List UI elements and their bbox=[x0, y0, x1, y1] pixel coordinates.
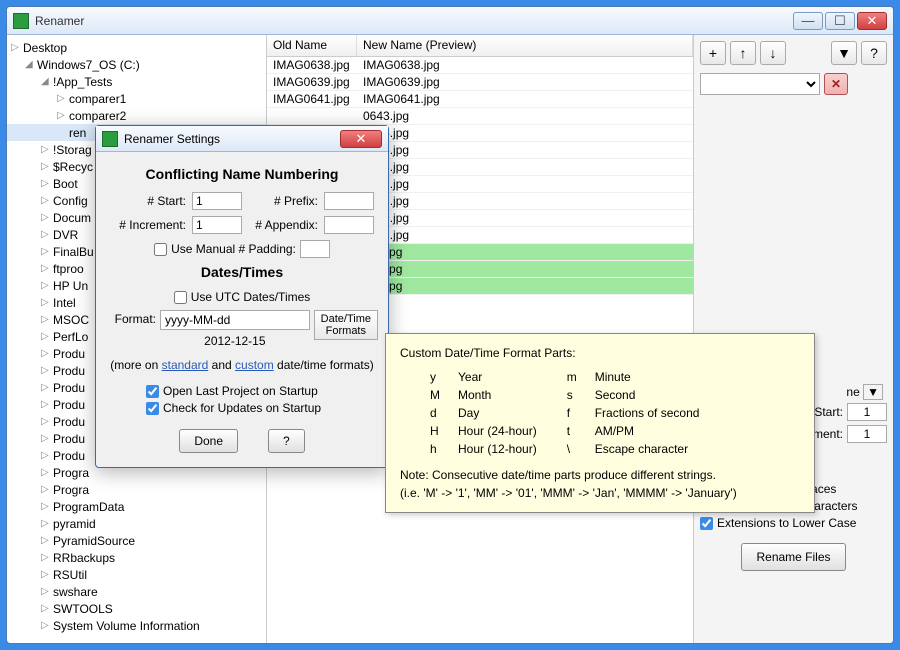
conflicting-numbering-title: Conflicting Name Numbering bbox=[106, 166, 378, 182]
standard-link[interactable]: standard bbox=[162, 358, 209, 372]
tooltip-note2: (i.e. 'M' -> '1', 'MM' -> '01', 'MMM' ->… bbox=[400, 484, 800, 502]
tree-item[interactable]: ▷RSUtil bbox=[7, 566, 266, 583]
maximize-button[interactable]: ☐ bbox=[825, 12, 855, 30]
tree-item[interactable]: ▷swshare bbox=[7, 583, 266, 600]
manual-padding-checkbox[interactable] bbox=[154, 243, 167, 256]
tree-item[interactable]: ▷System Volume Information bbox=[7, 617, 266, 634]
tree-item[interactable]: ▷PyramidSource bbox=[7, 532, 266, 549]
col-new-name[interactable]: New Name (Preview) bbox=[357, 35, 693, 56]
help-button[interactable]: ? bbox=[861, 41, 887, 65]
start-input[interactable] bbox=[847, 403, 887, 421]
tree-item[interactable]: ◢!App_Tests bbox=[7, 73, 266, 90]
none-option-partial[interactable]: ne bbox=[846, 385, 859, 399]
tree-item[interactable]: ▷comparer1 bbox=[7, 90, 266, 107]
close-button[interactable]: ✕ bbox=[857, 12, 887, 30]
tree-item[interactable]: ▷comparer2 bbox=[7, 107, 266, 124]
tree-item[interactable]: ▷ProgramData bbox=[7, 498, 266, 515]
format-preview: 2012-12-15 bbox=[160, 334, 310, 348]
dlg-increment-input[interactable] bbox=[192, 216, 242, 234]
open-last-project-checkbox[interactable] bbox=[146, 385, 159, 398]
dlg-start-input[interactable] bbox=[192, 192, 242, 210]
table-row[interactable]: 0643.jpg bbox=[267, 108, 693, 125]
tree-item[interactable]: ▷Desktop bbox=[7, 39, 266, 56]
minimize-button[interactable]: — bbox=[793, 12, 823, 30]
dialog-app-icon bbox=[102, 131, 118, 147]
done-button[interactable]: Done bbox=[179, 429, 238, 453]
increment-input[interactable] bbox=[847, 425, 887, 443]
utc-checkbox[interactable] bbox=[174, 291, 187, 304]
ext-lowercase-checkbox[interactable] bbox=[700, 517, 713, 530]
table-header: Old Name New Name (Preview) bbox=[267, 35, 693, 57]
tree-item[interactable]: ▷pyramid bbox=[7, 515, 266, 532]
col-old-name[interactable]: Old Name bbox=[267, 35, 357, 56]
app-icon bbox=[13, 13, 29, 29]
date-time-formats-button[interactable]: Date/TimeFormats bbox=[314, 310, 378, 340]
add-button[interactable]: + bbox=[700, 41, 726, 65]
table-row[interactable]: IMAG0641.jpgIMAG0641.jpg bbox=[267, 91, 693, 108]
format-tooltip: Custom Date/Time Format Parts: yYearMMon… bbox=[385, 333, 815, 513]
check-updates-checkbox[interactable] bbox=[146, 402, 159, 415]
tree-item[interactable]: ▷Progra bbox=[7, 481, 266, 498]
move-up-button[interactable]: ↑ bbox=[730, 41, 756, 65]
padding-input[interactable] bbox=[300, 240, 330, 258]
tooltip-note1: Note: Consecutive date/time parts produc… bbox=[400, 466, 800, 484]
tree-item[interactable]: ◢Windows7_OS (C:) bbox=[7, 56, 266, 73]
rule-combo[interactable] bbox=[700, 73, 820, 95]
table-row[interactable]: IMAG0639.jpgIMAG0639.jpg bbox=[267, 74, 693, 91]
tooltip-title: Custom Date/Time Format Parts: bbox=[400, 344, 800, 362]
dialog-titlebar[interactable]: Renamer Settings ✕ bbox=[96, 126, 388, 152]
table-row[interactable]: IMAG0638.jpgIMAG0638.jpg bbox=[267, 57, 693, 74]
format-input[interactable] bbox=[160, 310, 310, 330]
move-down-button[interactable]: ↓ bbox=[760, 41, 786, 65]
custom-link[interactable]: custom bbox=[235, 358, 274, 372]
dialog-close-button[interactable]: ✕ bbox=[340, 130, 382, 148]
rename-files-button[interactable]: Rename Files bbox=[741, 543, 845, 571]
dialog-title: Renamer Settings bbox=[124, 132, 340, 146]
dates-times-title: Dates/Times bbox=[106, 264, 378, 280]
titlebar[interactable]: Renamer — ☐ ✕ bbox=[7, 7, 893, 35]
delete-rule-button[interactable]: ✕ bbox=[824, 73, 848, 95]
window-title: Renamer bbox=[35, 14, 793, 28]
main-window: Renamer — ☐ ✕ ▷Desktop◢Windows7_OS (C:)◢… bbox=[6, 6, 894, 644]
dlg-appendix-input[interactable] bbox=[324, 216, 374, 234]
dlg-prefix-input[interactable] bbox=[324, 192, 374, 210]
menu-button[interactable]: ▼ bbox=[831, 41, 857, 65]
format-links: (more on standard and custom date/time f… bbox=[106, 358, 378, 372]
dialog-help-button[interactable]: ? bbox=[268, 429, 305, 453]
tree-item[interactable]: ▷SWTOOLS bbox=[7, 600, 266, 617]
settings-dialog: Renamer Settings ✕ Conflicting Name Numb… bbox=[95, 125, 389, 468]
tree-item[interactable]: ▷RRbackups bbox=[7, 549, 266, 566]
